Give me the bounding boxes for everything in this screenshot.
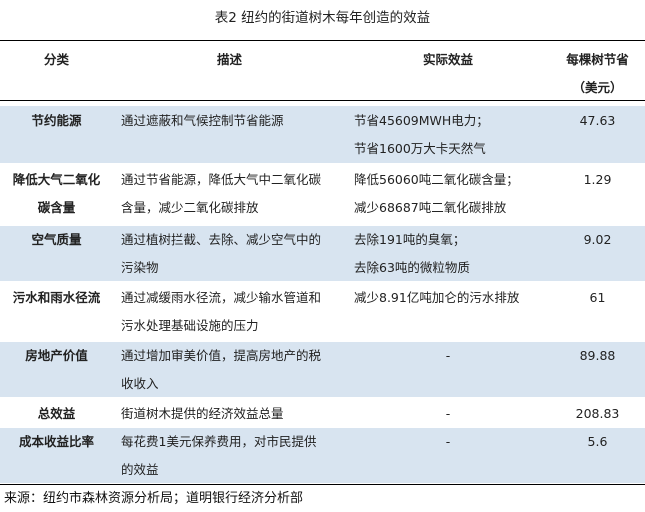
row-category: 空气质量 bbox=[31, 232, 82, 247]
row-category: 污水和雨水径流 bbox=[12, 290, 101, 305]
row-saving: 89.88 bbox=[579, 348, 616, 363]
table-row: 污水和雨水径流 通过减缓雨水径流，减少输水管道和 污水处理基础设施的压力 减少8… bbox=[0, 284, 645, 340]
row-benefit: - bbox=[445, 406, 451, 421]
row-benefit: 减少8.91亿吨加仑的污水排放 bbox=[354, 290, 520, 305]
source-note: 来源：纽约市森林资源分析局；道明银行经济分析部 bbox=[4, 491, 304, 506]
row-benefit: 去除191吨的臭氧； 去除63吨的微粒物质 bbox=[354, 232, 470, 275]
row-description: 通过增加审美价值，提高房地产的税 收收入 bbox=[121, 348, 322, 391]
row-saving: 47.63 bbox=[579, 113, 616, 128]
row-category: 节约能源 bbox=[31, 113, 82, 128]
row-category: 成本收益比率 bbox=[18, 434, 94, 449]
row-category: 降低大气二氧化 碳含量 bbox=[12, 172, 101, 215]
header-category: 分类 bbox=[43, 52, 69, 67]
row-benefit: - bbox=[445, 348, 451, 363]
row-saving: 5.6 bbox=[587, 434, 608, 449]
bottom-rule bbox=[0, 484, 645, 485]
table-row: 成本收益比率 每花费1美元保养费用，对市民提供 的效益 - 5.6 bbox=[0, 428, 645, 484]
top-rule bbox=[0, 40, 645, 41]
row-description: 街道树木提供的经济效益总量 bbox=[121, 406, 284, 421]
row-saving: 61 bbox=[589, 290, 606, 305]
table-row: 空气质量 通过植树拦截、去除、减少空气中的 污染物 去除191吨的臭氧； 去除6… bbox=[0, 226, 645, 282]
row-category: 房地产价值 bbox=[25, 348, 88, 363]
row-saving: 1.29 bbox=[583, 172, 612, 187]
table-row: 降低大气二氧化 碳含量 通过节省能源，降低大气中二氧化碳 含量，减少二氧化碳排放… bbox=[0, 166, 645, 224]
table-caption: 表2 纽约的街道树木每年创造的效益 bbox=[214, 10, 431, 26]
table-row: 节约能源 通过遮蔽和气候控制节省能源 节省45609MWH电力； 节省1600万… bbox=[0, 106, 645, 164]
table-header: 分类 描述 实际效益 每棵树节省 （美元） bbox=[0, 42, 645, 101]
table-row: 房地产价值 通过增加审美价值，提高房地产的税 收收入 - 89.88 bbox=[0, 342, 645, 398]
row-benefit: - bbox=[445, 434, 451, 449]
row-description: 每花费1美元保养费用，对市民提供 的效益 bbox=[121, 434, 317, 477]
row-saving: 208.83 bbox=[575, 406, 620, 421]
row-description: 通过节省能源，降低大气中二氧化碳 含量，减少二氧化碳排放 bbox=[121, 172, 322, 215]
row-description: 通过植树拦截、去除、减少空气中的 污染物 bbox=[121, 232, 322, 275]
row-description: 通过减缓雨水径流，减少输水管道和 污水处理基础设施的压力 bbox=[121, 290, 322, 333]
row-category: 总效益 bbox=[37, 406, 76, 421]
header-description: 描述 bbox=[216, 52, 242, 67]
row-description: 通过遮蔽和气候控制节省能源 bbox=[121, 113, 284, 128]
header-saving-unit: （美元） bbox=[572, 80, 623, 95]
table-row: 总效益 街道树木提供的经济效益总量 - 208.83 bbox=[0, 400, 645, 428]
row-benefit: 节省45609MWH电力； 节省1600万大卡天然气 bbox=[354, 113, 489, 156]
row-saving: 9.02 bbox=[583, 232, 612, 247]
row-benefit: 降低56060吨二氧化碳含量； 减少68687吨二氧化碳排放 bbox=[354, 172, 519, 215]
header-benefit: 实际效益 bbox=[422, 52, 473, 67]
header-saving: 每棵树节省 bbox=[566, 52, 629, 67]
